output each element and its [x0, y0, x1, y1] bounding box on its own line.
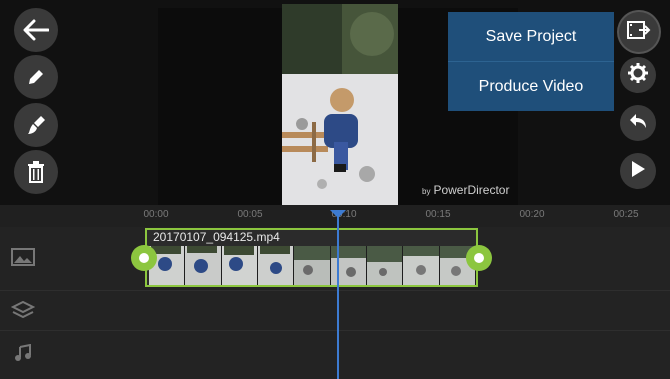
layers-icon[interactable] — [10, 300, 36, 320]
handle-dot — [139, 253, 149, 263]
clip-frame — [403, 246, 440, 285]
trash-icon — [27, 161, 45, 183]
clip-trim-handle-left[interactable] — [131, 245, 157, 271]
track-divider — [0, 330, 670, 331]
delete-button[interactable] — [14, 150, 58, 194]
back-button[interactable] — [14, 8, 58, 52]
pencil-icon — [26, 67, 46, 87]
undo-button[interactable] — [620, 105, 656, 141]
clip-trim-handle-right[interactable] — [466, 245, 492, 271]
watermark-text: PowerDirector — [433, 183, 510, 197]
play-button[interactable] — [620, 153, 656, 189]
clip-frame — [185, 246, 222, 285]
tick-label: 00:20 — [519, 209, 545, 220]
undo-icon — [628, 112, 648, 135]
menu-item-save-project[interactable]: Save Project — [448, 12, 614, 61]
project-menu: Save Project Produce Video — [448, 12, 614, 111]
film-export-icon — [627, 20, 651, 45]
menu-item-produce-video[interactable]: Produce Video — [448, 62, 614, 111]
handle-dot — [474, 253, 484, 263]
track-divider — [0, 290, 670, 291]
tick-label: 00:15 — [425, 209, 451, 220]
video-preview[interactable] — [282, 4, 398, 205]
edit-button[interactable] — [14, 55, 58, 99]
gear-icon — [627, 62, 649, 89]
playhead[interactable] — [337, 213, 339, 379]
tick-label: 00:25 — [613, 209, 639, 220]
brush-icon — [25, 114, 47, 136]
image-track-icon[interactable] — [10, 247, 36, 267]
clip-frame — [294, 246, 331, 285]
clip-frame — [257, 246, 295, 285]
tick-label: 00:00 — [143, 209, 169, 220]
playhead-marker[interactable] — [330, 210, 346, 218]
clip-frame — [221, 246, 258, 285]
watermark: by PowerDirector — [422, 183, 509, 197]
tick-label: 00:05 — [237, 209, 263, 220]
settings-button[interactable] — [620, 57, 656, 93]
brush-button[interactable] — [14, 103, 58, 147]
clip-thumbnails — [149, 246, 476, 285]
clip-filename: 20170107_094125.mp4 — [153, 230, 280, 244]
clip-frame — [366, 246, 404, 285]
play-icon — [630, 160, 646, 183]
export-button[interactable] — [619, 12, 659, 52]
music-icon[interactable] — [10, 343, 36, 363]
back-arrow-icon — [23, 19, 49, 41]
watermark-prefix: by — [422, 187, 431, 196]
